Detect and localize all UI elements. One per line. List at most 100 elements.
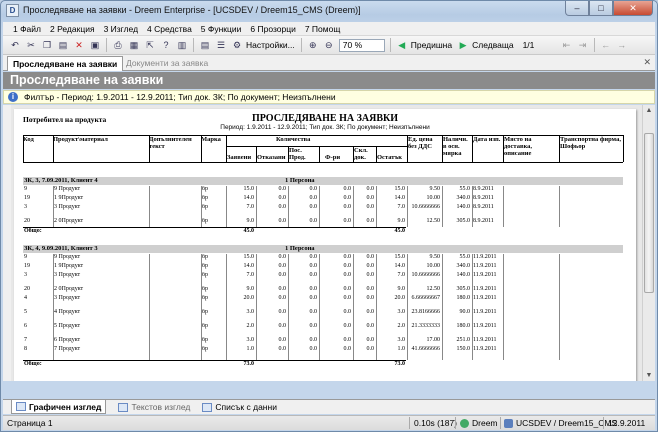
- report-subtitle: Период: 1.9.2011 - 12.9.2011; Тип док. З…: [220, 124, 430, 131]
- forward-icon[interactable]: →: [615, 39, 628, 52]
- column-line: [149, 186, 150, 227]
- table-cell: 9 Продукт: [54, 254, 81, 260]
- table-cell: 4: [24, 295, 27, 301]
- paste-icon[interactable]: ▤: [57, 39, 70, 52]
- close-button[interactable]: ✕: [613, 1, 653, 16]
- layout-icon[interactable]: ▤: [199, 39, 212, 52]
- table-cell: 0.0: [366, 272, 375, 278]
- zoom-out-icon[interactable]: ⊖: [322, 39, 335, 52]
- preview-icon[interactable]: ▦: [128, 39, 141, 52]
- table-cell: 140.0: [456, 272, 471, 278]
- menu-file[interactable]: 1 Файл: [13, 24, 41, 34]
- table-cell: 55.0: [459, 254, 471, 260]
- column-line: [353, 186, 354, 227]
- column-line: [559, 186, 560, 227]
- close-tab-icon[interactable]: ✕: [643, 57, 651, 68]
- tab-graphic-view[interactable]: Графичен изглед: [11, 400, 107, 414]
- previous-page-icon[interactable]: ◀: [395, 39, 408, 52]
- menu-tools[interactable]: 4 Средства: [147, 24, 192, 34]
- status-connection: UCSDEV / Dreem15_CMS: [504, 418, 617, 428]
- settings-icon[interactable]: ⚙: [231, 39, 244, 52]
- report-title: ПРОСЛЕДЯВАНЕ НА ЗАЯВКИ: [251, 113, 399, 124]
- column-line: [226, 186, 227, 227]
- app-icon[interactable]: D: [6, 4, 19, 17]
- header-line: [23, 162, 623, 163]
- list-icon[interactable]: ☰: [215, 39, 228, 52]
- table-cell: 10.6666666: [411, 272, 441, 278]
- table-cell: 0.0: [366, 309, 375, 315]
- window-title: Проследяване на заявки - Dreem Enterpris…: [23, 5, 361, 15]
- tab-data-list[interactable]: Списък с данни: [202, 402, 277, 412]
- table-cell: бр: [202, 323, 209, 329]
- header-qty: Количества: [276, 136, 311, 143]
- header-ordered: Заявени: [227, 154, 252, 161]
- document-icon[interactable]: ▥: [176, 39, 189, 52]
- menu-help[interactable]: 7 Помощ: [305, 24, 341, 34]
- column-line: [407, 186, 408, 227]
- menu-edit[interactable]: 2 Редакция: [50, 24, 95, 34]
- table-cell: 0.0: [278, 346, 287, 352]
- table-cell: 9: [24, 186, 27, 192]
- menu-functions[interactable]: 5 Функции: [201, 24, 242, 34]
- table-cell: 0.0: [309, 272, 318, 278]
- total-label: Общо:: [24, 228, 42, 234]
- status-page: Страница 1: [7, 418, 53, 428]
- column-line: [288, 186, 289, 227]
- title-bar[interactable]: D Проследяване на заявки - Dreem Enterpr…: [1, 1, 657, 21]
- settings-button[interactable]: Настройки...: [246, 40, 295, 50]
- save-icon[interactable]: ▣: [89, 39, 102, 52]
- table-cell: бр: [202, 186, 209, 192]
- help-icon[interactable]: ?: [160, 39, 173, 52]
- header-pos-prod: Пос. Прод.: [289, 147, 306, 161]
- table-cell: 0.0: [309, 323, 318, 329]
- next-page-icon[interactable]: ▶: [457, 39, 470, 52]
- table-cell: 0.0: [278, 195, 287, 201]
- scroll-up-icon[interactable]: ▲: [643, 105, 655, 116]
- table-cell: 6 Продукт: [54, 337, 81, 343]
- print-icon[interactable]: ⎙: [112, 39, 125, 52]
- report-page: Потребител на продукта ПРОСЛЕДЯВАНЕ НА З…: [14, 109, 636, 381]
- table-cell: 9.0: [246, 218, 255, 224]
- table-cell: 0.0: [343, 309, 352, 315]
- status-app-label: Dreem: [472, 418, 498, 428]
- vertical-scrollbar[interactable]: ▲ ▼: [642, 105, 655, 381]
- export-icon[interactable]: ⇱: [144, 39, 157, 52]
- table-cell: 0.0: [278, 295, 287, 301]
- zoom-select[interactable]: 70 %: [338, 38, 385, 52]
- last-page-icon[interactable]: ⇥: [576, 39, 589, 52]
- previous-page-button[interactable]: Предишна: [411, 40, 452, 50]
- table-cell: 5 Продукт: [54, 323, 81, 329]
- next-page-button[interactable]: Следваща: [472, 40, 513, 50]
- copy-icon[interactable]: ❐: [41, 39, 54, 52]
- first-page-icon[interactable]: ⇤: [560, 39, 573, 52]
- table-cell: 90.0: [459, 309, 471, 315]
- scroll-down-icon[interactable]: ▼: [643, 370, 655, 381]
- delete-icon[interactable]: ✕: [73, 39, 86, 52]
- maximize-button[interactable]: □: [589, 1, 613, 16]
- table-cell: 0.0: [343, 337, 352, 343]
- undo-icon[interactable]: ↶: [9, 39, 22, 52]
- user-icon: [460, 418, 469, 428]
- column-line: [376, 254, 377, 360]
- table-cell: 14.0: [243, 263, 255, 269]
- header-available: Наличн. в осн. мярка: [443, 136, 468, 157]
- minimize-button[interactable]: –: [565, 1, 589, 16]
- tab-tracking[interactable]: Проследяване на заявки: [7, 56, 124, 71]
- zoom-in-icon[interactable]: ⊕: [306, 39, 319, 52]
- cut-icon[interactable]: ✂: [25, 39, 38, 52]
- menu-view[interactable]: 3 Изглед: [104, 24, 138, 34]
- table-cell: 1.0: [397, 346, 406, 352]
- menu-windows[interactable]: 6 Прозорци: [250, 24, 295, 34]
- group-header: ЗК, 3, 7.09.2011, Клиент 4 1 Персона: [23, 177, 623, 185]
- back-icon[interactable]: ←: [599, 39, 612, 52]
- table-cell: 2.0: [397, 323, 406, 329]
- scroll-thumb[interactable]: [644, 133, 654, 293]
- header-cancelled: Отказани: [257, 154, 286, 161]
- tab-documents[interactable]: Документи за заявка: [121, 56, 213, 71]
- table-cell: 9.50: [429, 254, 441, 260]
- tab-text-view[interactable]: Текстов изглед: [118, 402, 190, 412]
- page-input[interactable]: 1/1: [519, 39, 557, 52]
- toolbar-separator: [106, 38, 107, 52]
- table-cell: 15.0: [394, 186, 406, 192]
- column-line: [503, 254, 504, 360]
